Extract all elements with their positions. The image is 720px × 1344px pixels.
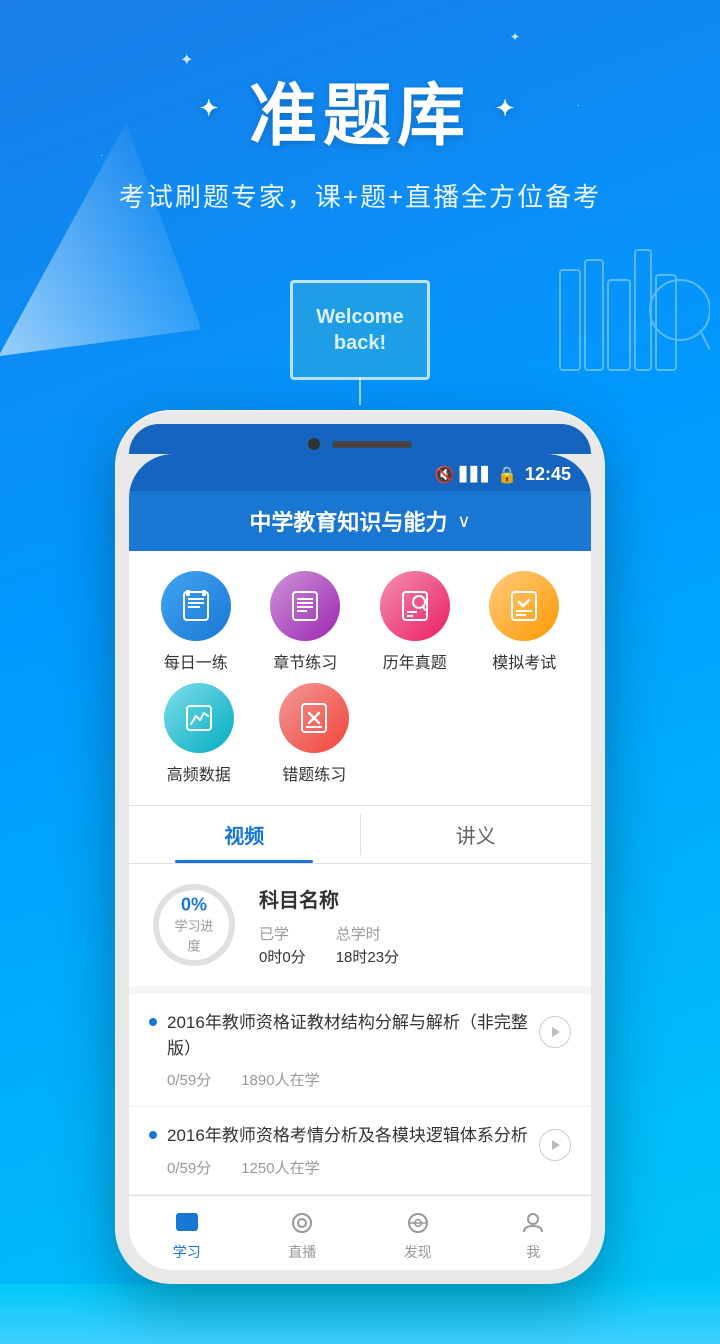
course-students: 1890人在学 [241, 1069, 319, 1090]
course-list: 2016年教师资格证教材结构分解与解析（非完整版） 0/59分 1890人在学 … [129, 986, 591, 1195]
signal-icon: ▋▋▋ [460, 466, 492, 483]
studied-label: 已学 [259, 923, 306, 944]
course-meta: 0/59分 1250人在学 [167, 1157, 529, 1178]
highfreq-item[interactable]: 高频数据 [145, 683, 253, 785]
course-content: 2016年教师资格考情分析及各模块逻辑体系分析 0/59分 1250人在学 [167, 1123, 529, 1178]
sparkle-deco: ✦ [180, 50, 193, 70]
real-exam-icon[interactable] [380, 571, 450, 641]
chapter-practice-label: 章节练习 [273, 649, 337, 673]
course-item[interactable]: 2016年教师资格考情分析及各模块逻辑体系分析 0/59分 1250人在学 [129, 1107, 591, 1195]
course-title: 2016年教师资格证教材结构分解与解析（非完整版） [167, 1010, 529, 1061]
course-item[interactable]: 2016年教师资格证教材结构分解与解析（非完整版） 0/59分 1890人在学 [129, 994, 591, 1107]
study-icon [172, 1208, 202, 1238]
bottom-nav: 学习 直播 发现 我 [129, 1195, 591, 1270]
hero-subtitle: 考试刷题专家，课+题+直播全方位备考 [119, 177, 601, 214]
total-value: 18时23分 [336, 946, 399, 967]
flashlight-deco [0, 122, 202, 397]
chapter-practice-item[interactable]: 章节练习 [255, 571, 357, 673]
hero-title: ✦ 准题库 ✦ [200, 60, 521, 159]
daily-practice-icon[interactable] [161, 571, 231, 641]
me-icon [518, 1208, 548, 1238]
mute-icon: 🔇 [435, 465, 455, 485]
live-nav-label: 直播 [288, 1242, 316, 1262]
progress-label: 学习进度 [174, 919, 213, 954]
progress-section: 0% 学习进度 科目名称 已学 0时0分 总学时 18时23分 [129, 864, 591, 986]
wrong-practice-icon[interactable] [279, 683, 349, 753]
progress-info: 科目名称 已学 0时0分 总学时 18时23分 [259, 884, 571, 967]
feature-icon-grid: 每日一练 章节练习 历年真题 [129, 551, 591, 683]
highfreq-icon[interactable] [164, 683, 234, 753]
course-play-button[interactable] [539, 1129, 571, 1161]
course-students: 1250人在学 [241, 1157, 319, 1178]
sparkle-deco: · [577, 100, 580, 111]
bottom-nav-discover[interactable]: 发现 [360, 1204, 476, 1266]
bottom-nav-me[interactable]: 我 [476, 1204, 592, 1266]
chalkboard-text: Welcome back! [293, 304, 427, 356]
total-label: 总学时 [336, 923, 399, 944]
sparkle-deco: · [100, 150, 103, 161]
daily-practice-item[interactable]: 每日一练 [145, 571, 247, 673]
mock-exam-label: 模拟考试 [492, 649, 556, 673]
tab-video[interactable]: 视频 [129, 806, 360, 863]
phone-camera [308, 438, 320, 450]
wrong-practice-label: 错题练习 [282, 761, 346, 785]
progress-circle: 0% 学习进度 [149, 880, 239, 970]
phone-speaker [332, 441, 412, 448]
phone-screen: 🔇 ▋▋▋ 🔒 12:45 中学教育知识与能力 ∨ 每日一练 [129, 454, 591, 1270]
studied-time: 已学 0时0分 [259, 923, 306, 967]
status-bar: 🔇 ▋▋▋ 🔒 12:45 [129, 454, 591, 491]
me-nav-label: 我 [526, 1242, 540, 1262]
course-score: 0/59分 [167, 1069, 211, 1090]
status-icons: 🔇 ▋▋▋ 🔒 [435, 465, 517, 485]
mock-exam-icon[interactable] [489, 571, 559, 641]
real-exam-label: 历年真题 [383, 649, 447, 673]
course-meta: 0/59分 1890人在学 [167, 1069, 529, 1090]
content-tab-bar: 视频 讲义 [129, 805, 591, 864]
bullet-icon [149, 1131, 157, 1139]
progress-percent: 0% [172, 895, 217, 916]
live-icon [287, 1208, 317, 1238]
tab-lecture[interactable]: 讲义 [361, 806, 592, 863]
course-score: 0/59分 [167, 1157, 211, 1178]
nav-title: 中学教育知识与能力 [249, 505, 447, 537]
star-left-icon: ✦ [200, 95, 224, 120]
course-play-button[interactable] [539, 1016, 571, 1048]
hero-section: ✦ ✦ · · ✦ 准题库 ✦ 考试刷题专家，课+题+直播全方位备考 Welco… [0, 0, 720, 430]
real-exam-item[interactable]: 历年真题 [364, 571, 466, 673]
phone-mockup: 🔇 ▋▋▋ 🔒 12:45 中学教育知识与能力 ∨ 每日一练 [0, 410, 720, 1284]
studied-value: 0时0分 [259, 946, 306, 967]
course-title: 2016年教师资格考情分析及各模块逻辑体系分析 [167, 1123, 529, 1149]
highfreq-label: 高频数据 [167, 761, 231, 785]
mock-exam-item[interactable]: 模拟考试 [474, 571, 576, 673]
study-nav-label: 学习 [173, 1242, 201, 1262]
daily-practice-label: 每日一练 [164, 649, 228, 673]
sparkle-deco: ✦ [510, 30, 520, 44]
nav-bar[interactable]: 中学教育知识与能力 ∨ [129, 491, 591, 551]
battery-icon: 🔒 [497, 465, 517, 485]
course-content: 2016年教师资格证教材结构分解与解析（非完整版） 0/59分 1890人在学 [167, 1010, 529, 1090]
chalkboard-deco: Welcome back! [290, 280, 430, 380]
wrong-practice-item[interactable]: 错题练习 [261, 683, 369, 785]
nav-chevron-down-icon[interactable]: ∨ [457, 511, 470, 532]
bottom-nav-study[interactable]: 学习 [129, 1204, 245, 1266]
bullet-icon [149, 1018, 157, 1026]
subject-name: 科目名称 [259, 884, 571, 913]
phone-outer-shell: 🔇 ▋▋▋ 🔒 12:45 中学教育知识与能力 ∨ 每日一练 [115, 410, 605, 1284]
books-deco [550, 230, 710, 410]
progress-text: 0% 学习进度 [172, 895, 217, 956]
discover-icon [403, 1208, 433, 1238]
chapter-practice-icon[interactable] [270, 571, 340, 641]
time-info: 已学 0时0分 总学时 18时23分 [259, 923, 571, 967]
feature-icon-grid-row2: 高频数据 错题练习 [129, 683, 591, 805]
status-time: 12:45 [525, 464, 571, 485]
bottom-nav-live[interactable]: 直播 [245, 1204, 361, 1266]
total-time: 总学时 18时23分 [336, 923, 399, 967]
star-right-icon: ✦ [496, 95, 520, 120]
discover-nav-label: 发现 [404, 1242, 432, 1262]
